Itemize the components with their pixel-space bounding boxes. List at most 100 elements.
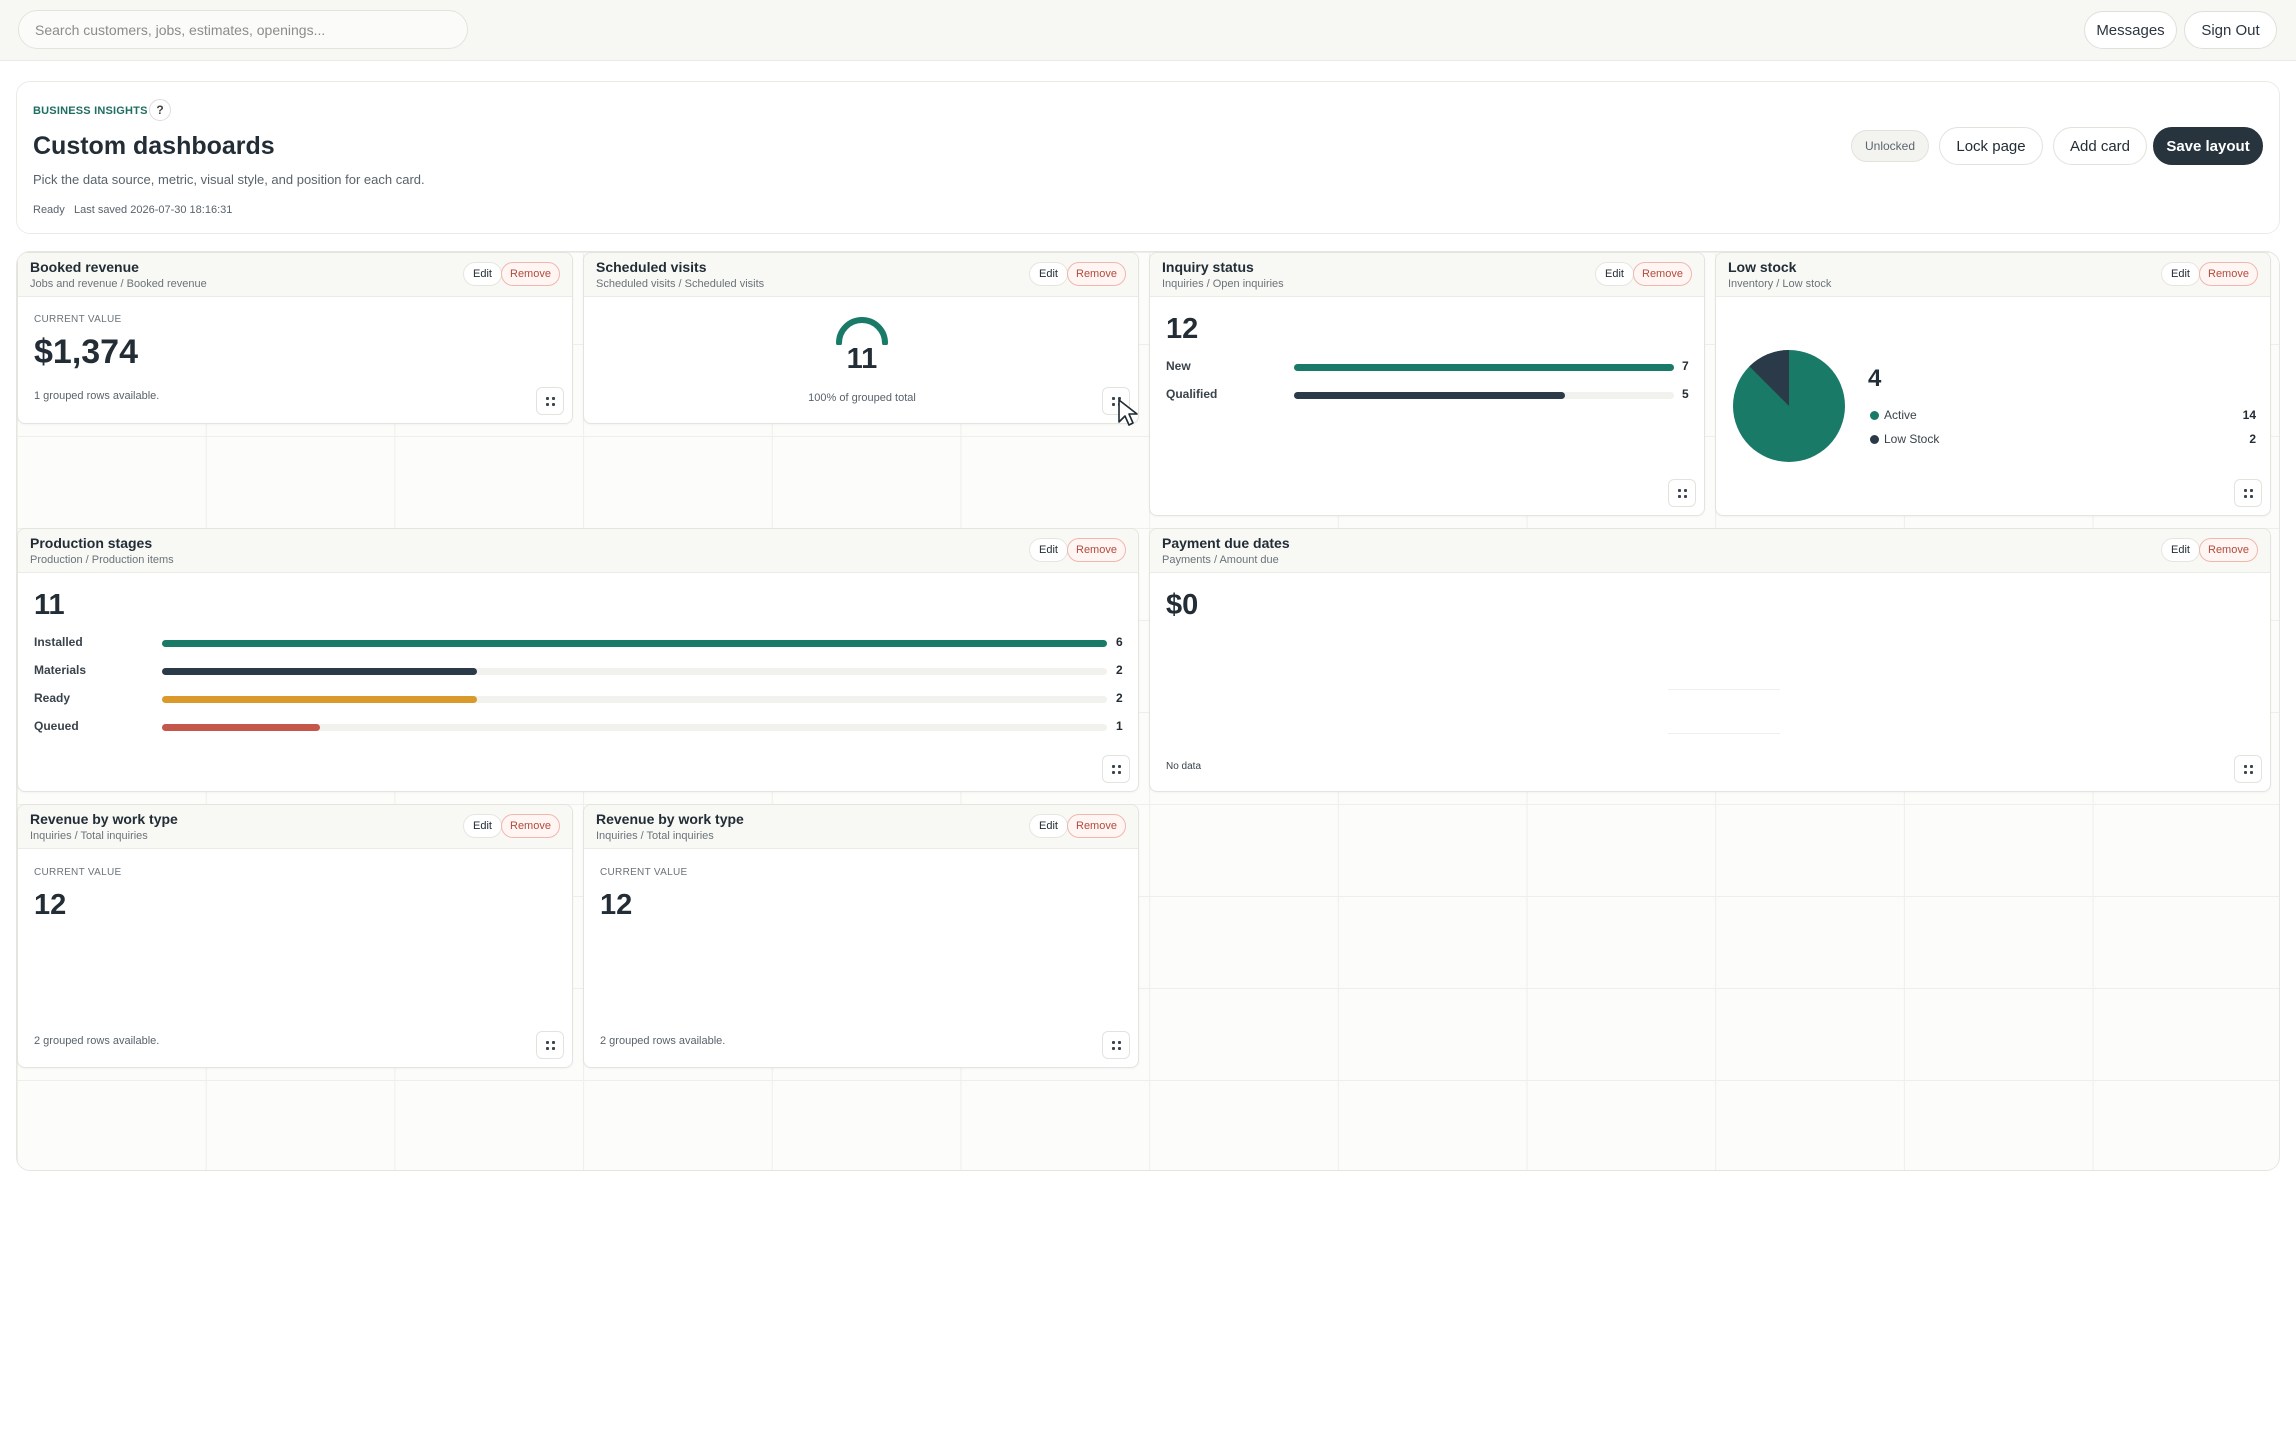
card-title: Production stages — [30, 535, 153, 551]
metric-value: 12 — [34, 889, 67, 921]
page-subtitle: Pick the data source, metric, visual sty… — [33, 172, 425, 187]
card-source: Inquiries / Total inquiries — [30, 830, 148, 842]
card-source: Inventory / Low stock — [1728, 278, 1832, 290]
card-footnote: 2 grouped rows available. — [34, 1035, 160, 1047]
empty-chart-gridline — [1668, 733, 1780, 734]
remove-button[interactable]: Remove — [1633, 262, 1692, 286]
bar-track — [162, 696, 1107, 703]
gauge-arc — [836, 317, 888, 345]
drag-handle-icon[interactable] — [1668, 479, 1696, 507]
bar-label: Qualified — [1166, 387, 1218, 401]
edit-button[interactable]: Edit — [2161, 262, 2200, 286]
remove-button[interactable]: Remove — [2199, 538, 2258, 562]
legend-value: 14 — [2242, 408, 2256, 422]
bar-value: 1 — [1116, 719, 1123, 733]
card-revenue-by-work-type: Revenue by work type Inquiries / Total i… — [583, 804, 1139, 1068]
unlocked-badge: Unlocked — [1851, 130, 1929, 162]
drag-handle-icon[interactable] — [2234, 755, 2262, 783]
add-card-button[interactable]: Add card — [2053, 127, 2147, 165]
bar-fill — [162, 668, 477, 675]
bar-value: 5 — [1682, 387, 1689, 401]
drag-handle-icon[interactable] — [536, 1031, 564, 1059]
messages-button[interactable]: Messages — [2084, 11, 2177, 49]
card-header[interactable]: Booked revenue Jobs and revenue / Booked… — [18, 253, 572, 297]
current-value-label: CURRENT VALUE — [34, 867, 122, 878]
legend-label: Low Stock — [1884, 432, 1940, 446]
bar-row: New 7 — [1166, 359, 1692, 375]
pie-chart — [1733, 350, 1845, 462]
card-source: Jobs and revenue / Booked revenue — [30, 278, 207, 290]
drag-handle-icon[interactable] — [536, 387, 564, 415]
card-title: Payment due dates — [1162, 535, 1290, 551]
edit-button[interactable]: Edit — [1595, 262, 1634, 286]
remove-button[interactable]: Remove — [1067, 814, 1126, 838]
bar-label: Ready — [34, 691, 71, 705]
card-revenue-by-work-type: Revenue by work type Inquiries / Total i… — [17, 804, 573, 1068]
remove-button[interactable]: Remove — [1067, 538, 1126, 562]
card-header[interactable]: Production stages Production / Productio… — [18, 529, 1138, 573]
remove-button[interactable]: Remove — [501, 262, 560, 286]
current-value-label: CURRENT VALUE — [600, 867, 688, 878]
card-scheduled-visits: Scheduled visits Scheduled visits / Sche… — [583, 252, 1139, 424]
empty-chart-gridline — [1668, 689, 1780, 690]
mouse-cursor-icon — [1118, 399, 1138, 426]
card-source: Inquiries / Open inquiries — [1162, 278, 1284, 290]
card-inquiry-status: Inquiry status Inquiries / Open inquirie… — [1149, 252, 1705, 516]
section-eyebrow: BUSINESS INSIGHTS — [33, 105, 148, 117]
card-low-stock: Low stock Inventory / Low stock Edit Rem… — [1715, 252, 2271, 516]
bar-row: Queued 1 — [34, 719, 1126, 735]
bar-row: Installed 6 — [34, 635, 1126, 651]
drag-handle-icon[interactable] — [1102, 755, 1130, 783]
bar-row: Qualified 5 — [1166, 387, 1692, 403]
help-button[interactable]: ? — [149, 99, 171, 121]
metric-value: 11 — [846, 343, 878, 375]
bar-fill — [162, 696, 477, 703]
bar-fill — [1294, 364, 1674, 371]
drag-handle-icon[interactable] — [1102, 1031, 1130, 1059]
edit-button[interactable]: Edit — [1029, 814, 1068, 838]
lock-page-button[interactable]: Lock page — [1939, 127, 2043, 165]
card-header[interactable]: Inquiry status Inquiries / Open inquirie… — [1150, 253, 1704, 297]
bar-fill — [1294, 392, 1566, 399]
bar-value: 2 — [1116, 691, 1123, 705]
edit-button[interactable]: Edit — [463, 262, 502, 286]
card-header[interactable]: Payment due dates Payments / Amount due … — [1150, 529, 2270, 573]
edit-button[interactable]: Edit — [463, 814, 502, 838]
sign-out-button[interactable]: Sign Out — [2184, 11, 2277, 49]
save-status: Ready Last saved 2026-07-30 18:16:31 — [33, 204, 233, 216]
remove-button[interactable]: Remove — [2199, 262, 2258, 286]
edit-button[interactable]: Edit — [1029, 538, 1068, 562]
bar-track — [162, 668, 1107, 675]
dashboard-grid: Booked revenue Jobs and revenue / Booked… — [16, 251, 2280, 1171]
card-header[interactable]: Scheduled visits Scheduled visits / Sche… — [584, 253, 1138, 297]
current-value-label: CURRENT VALUE — [34, 314, 122, 325]
card-header[interactable]: Revenue by work type Inquiries / Total i… — [18, 805, 572, 849]
save-layout-button[interactable]: Save layout — [2153, 127, 2263, 165]
bar-track — [162, 640, 1107, 647]
card-title: Revenue by work type — [30, 811, 178, 827]
remove-button[interactable]: Remove — [1067, 262, 1126, 286]
card-payment-due-dates: Payment due dates Payments / Amount due … — [1149, 528, 2271, 792]
card-footnote: 100% of grouped total — [808, 392, 916, 404]
card-header[interactable]: Revenue by work type Inquiries / Total i… — [584, 805, 1138, 849]
gauge-chart — [836, 317, 888, 345]
card-header[interactable]: Low stock Inventory / Low stock Edit Rem… — [1716, 253, 2270, 297]
card-title: Inquiry status — [1162, 259, 1254, 275]
bar-fill — [162, 640, 1107, 647]
bar-track — [162, 724, 1107, 731]
bar-fill — [162, 724, 320, 731]
edit-button[interactable]: Edit — [1029, 262, 1068, 286]
drag-handle-icon[interactable] — [2234, 479, 2262, 507]
card-production-stages: Production stages Production / Productio… — [17, 528, 1139, 792]
search-input[interactable] — [18, 10, 468, 49]
remove-button[interactable]: Remove — [501, 814, 560, 838]
bar-label: Queued — [34, 719, 79, 733]
bar-track — [1294, 392, 1674, 399]
bar-value: 7 — [1682, 359, 1689, 373]
legend-dot-icon — [1870, 435, 1879, 444]
bar-row: Materials 2 — [34, 663, 1126, 679]
legend-label: Active — [1884, 408, 1917, 422]
edit-button[interactable]: Edit — [2161, 538, 2200, 562]
bar-row: Ready 2 — [34, 691, 1126, 707]
dashboard-header: BUSINESS INSIGHTS ? Custom dashboards Pi… — [16, 81, 2280, 234]
